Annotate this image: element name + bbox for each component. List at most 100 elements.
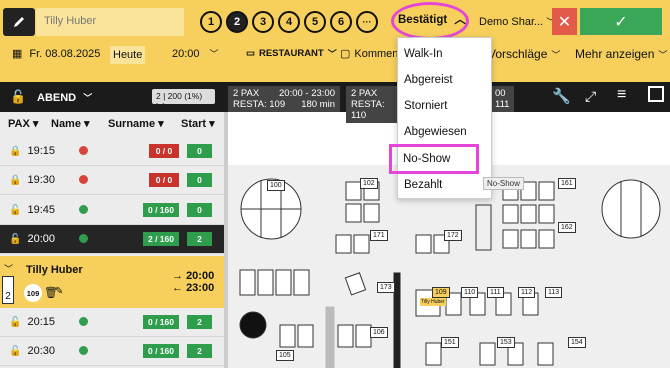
edit-icon[interactable]: ✎ (55, 286, 63, 297)
suggestions-dropdown[interactable]: Vorschläge ﹀ (488, 47, 560, 61)
column-surname[interactable]: Surname ▾ (108, 117, 164, 130)
status-dot (79, 146, 88, 155)
time-slot-row[interactable]: 🔒 19:15 0 / 0 0 (0, 137, 224, 166)
table-173[interactable] (344, 272, 367, 296)
area-selector[interactable]: ▭ RESTAURANT ﹀ (246, 47, 337, 60)
party-size-6[interactable]: 6 (330, 11, 352, 33)
time-slot-row[interactable]: 🔓 20:15 0 / 160 2 (0, 308, 224, 337)
status-dropdown[interactable]: Bestätigt ︿ (398, 11, 466, 27)
service-selector[interactable]: ABEND ﹀ (37, 91, 92, 104)
table-badge: 109 (24, 284, 42, 302)
table-153[interactable] (479, 342, 496, 366)
reservation-chip[interactable]: 2 PAX RESTA: 110 (346, 86, 398, 123)
table-162-chair (538, 229, 555, 249)
column-start[interactable]: Start ▾ (181, 117, 215, 130)
time-selector[interactable]: 20:00 ﹀ (172, 47, 219, 60)
table-left-chair (275, 269, 292, 296)
time-slot-row[interactable]: 🔓 19:45 0 / 160 0 (0, 196, 224, 225)
menu-item-bezahlt[interactable]: Bezahlt (404, 179, 442, 191)
table-label: 151 (441, 337, 459, 348)
chip-table: RESTA: 109 (233, 99, 286, 110)
party-size-3[interactable]: 3 (252, 11, 274, 33)
chevron-down-icon: ﹀ (327, 49, 337, 59)
chevron-down-icon[interactable]: ﹀ (4, 262, 13, 275)
edit-button[interactable] (3, 8, 35, 36)
table-label: 172 (444, 230, 462, 241)
guest-name: Tilly Huber (26, 264, 83, 276)
table-162[interactable] (502, 229, 519, 249)
time-slot-row[interactable]: 🔓 20:00 2 / 160 2 (0, 225, 224, 254)
table-102[interactable] (345, 181, 362, 201)
table-label: 109 (432, 287, 450, 298)
party-size-2[interactable]: 2 (226, 11, 248, 33)
table-171[interactable] (335, 234, 352, 254)
wrench-icon[interactable]: 🔧 (552, 87, 571, 105)
pillar (325, 306, 335, 368)
capacity-selector[interactable]: 2 | 200 (1%) ﹀ (152, 89, 215, 112)
table-label: 106 (370, 327, 388, 338)
chip-time: 20:00 - 23:00 (279, 88, 335, 99)
party-size-1[interactable]: 1 (200, 11, 222, 33)
status-dot (79, 346, 88, 355)
selected-reservation[interactable]: ﹀ 2 Tilly Huber 109 🗑 ✎ → 20:00 ← 23:00 (0, 256, 224, 308)
party-size-more[interactable]: ··· (356, 11, 378, 33)
more-label: Mehr anzeigen (575, 47, 655, 61)
reservation-chip[interactable]: 00 111 (492, 86, 514, 112)
more-dropdown[interactable]: Mehr anzeigen ﹀ (575, 47, 667, 61)
date-picker[interactable]: ▦ Fr. 08.08.2025 (12, 47, 100, 61)
unlock-icon: 🔓 (9, 345, 22, 357)
wall (393, 272, 401, 368)
time-slot-row[interactable]: 🔒 19:30 0 / 0 0 (0, 166, 224, 195)
table-106[interactable] (337, 324, 354, 348)
menu-item-storniert[interactable]: Storniert (404, 100, 447, 112)
confirm-button[interactable]: ✓ (580, 8, 662, 35)
unlock-icon: 🔓 (9, 233, 22, 245)
layout-icon[interactable] (648, 86, 664, 102)
table-105[interactable] (279, 324, 296, 348)
chip-duration: 180 min (301, 99, 335, 110)
cancel-button[interactable]: ✕ (552, 8, 577, 35)
chip-pax: 2 PAX (351, 88, 378, 99)
comment-button[interactable]: ▢ Komment (340, 47, 402, 61)
layers-icon[interactable]: ≡ (617, 86, 626, 104)
fullscreen-icon[interactable]: ⤢ (585, 88, 596, 105)
chip-table: 111 (495, 99, 510, 110)
table-102-chair (363, 203, 380, 223)
table-161-chair (520, 204, 537, 224)
guest-name-input[interactable]: Tilly Huber (36, 8, 184, 36)
table-105-chair (297, 324, 314, 348)
capacity-label: 2 | 200 (1%) (156, 91, 203, 101)
table-left[interactable] (239, 269, 256, 296)
reservation-chip[interactable]: 2 PAX 20:00 - 23:00 RESTA: 109 180 min (228, 86, 340, 112)
menu-item-abgewiesen[interactable]: Abgewiesen (404, 126, 467, 138)
table-161-round[interactable] (601, 179, 661, 239)
table-label: 162 (558, 222, 576, 233)
table-label: 153 (497, 337, 515, 348)
party-size-5[interactable]: 5 (304, 11, 326, 33)
comment-label: Komment (354, 47, 402, 60)
comment-icon: ▢ (340, 48, 351, 60)
menu-item-abgereist[interactable]: Abgereist (404, 74, 453, 86)
column-name[interactable]: Name ▾ (51, 117, 90, 130)
table-151[interactable] (425, 342, 442, 366)
today-button[interactable]: Heute (110, 46, 146, 64)
end-time: ← 23:00 (172, 282, 215, 294)
service-label: ABEND (37, 92, 77, 104)
store-icon: ▭ (246, 48, 255, 59)
chevron-down-icon: ﹀ (658, 49, 668, 60)
lock-icon[interactable]: 🔓 (10, 89, 26, 105)
chip-time: 00 (495, 88, 506, 99)
start-count-badge: 2 (187, 315, 212, 329)
party-size-4[interactable]: 4 (278, 11, 300, 33)
menu-item-walk-in[interactable]: Walk-In (404, 48, 443, 60)
lock-icon: 🔒 (9, 145, 22, 157)
column-pax[interactable]: PAX ▾ (8, 117, 38, 130)
time-slot-row[interactable]: 🔓 20:30 0 / 160 2 (0, 337, 224, 366)
chip-pax: 2 PAX (233, 88, 260, 99)
table-172[interactable] (415, 234, 432, 254)
restaurant-selector[interactable]: Demo Shar... ﹀ (479, 15, 555, 28)
status-label: Bestätigt (398, 14, 448, 26)
start-count-badge: 2 (187, 344, 212, 358)
slot-time: 20:00 (27, 233, 55, 245)
table-label: 110 (461, 287, 479, 298)
